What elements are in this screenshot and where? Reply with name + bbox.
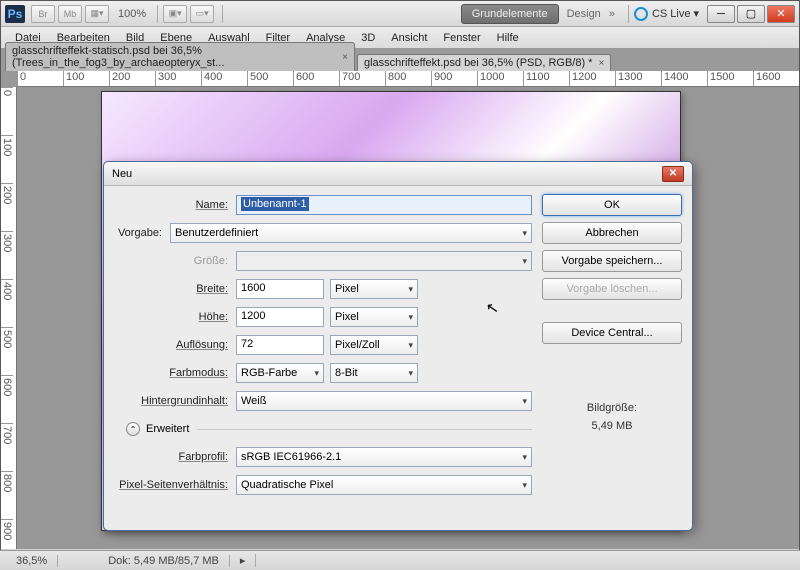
filesize-value: 5,49 MB [542, 418, 682, 436]
close-icon[interactable]: × [342, 52, 348, 63]
height-unit-select[interactable]: Pixel [330, 307, 418, 327]
preset-select[interactable]: Benutzerdefiniert [170, 223, 532, 243]
cancel-button[interactable]: Abbrechen [542, 222, 682, 244]
document-tab[interactable]: glasschrifteffekt-statisch.psd bei 36,5%… [5, 42, 355, 71]
document-tab[interactable]: glasschrifteffekt.psd bei 36,5% (PSD, RG… [357, 54, 611, 71]
dialog-close-button[interactable]: ✕ [662, 166, 684, 182]
dialog-title: Neu [112, 168, 132, 180]
menu-ansicht[interactable]: Ansicht [383, 29, 435, 47]
height-label: Höhe: [114, 311, 236, 323]
preset-label: Vorgabe: [104, 227, 170, 239]
bitdepth-select[interactable]: 8-Bit [330, 363, 418, 383]
viewextras-button[interactable]: ▦▾ [85, 5, 109, 23]
background-select[interactable]: Weiß [236, 391, 532, 411]
menu-hilfe[interactable]: Hilfe [489, 29, 527, 47]
cslive-menu[interactable]: CS Live▾ [634, 7, 699, 21]
arrange-button[interactable]: ▣▾ [163, 5, 187, 23]
width-label: Breite: [114, 283, 236, 295]
advanced-toggle[interactable]: ⌃ [126, 422, 140, 436]
width-unit-select[interactable]: Pixel [330, 279, 418, 299]
profile-label: Farbprofil: [114, 451, 236, 463]
minibridge-button[interactable]: Mb [58, 5, 82, 23]
size-select [236, 251, 532, 271]
colormode-label: Farbmodus: [114, 367, 236, 379]
save-preset-button[interactable]: Vorgabe speichern... [542, 250, 682, 272]
height-input[interactable]: 1200 [236, 307, 324, 327]
close-button[interactable]: ✕ [767, 5, 795, 23]
bridge-button[interactable]: Br [31, 5, 55, 23]
delete-preset-button: Vorgabe löschen... [542, 278, 682, 300]
ok-button[interactable]: OK [542, 194, 682, 216]
minimize-button[interactable]: ─ [707, 5, 735, 23]
app-logo: Ps [5, 5, 25, 23]
profile-select[interactable]: sRGB IEC61966-2.1 [236, 447, 532, 467]
cslive-icon [634, 7, 648, 21]
advanced-label: Erweitert [146, 423, 189, 435]
background-label: Hintergrundinhalt: [114, 395, 236, 407]
menu-fenster[interactable]: Fenster [435, 29, 488, 47]
ruler-horizontal[interactable]: 0100200300400500600700800900100011001200… [17, 71, 799, 87]
new-dialog: Neu ✕ Name: Unbenannt-1 Vorgabe: Benutze… [103, 161, 693, 531]
status-docsize[interactable]: Dok: 5,49 MB/85,7 MB [98, 555, 230, 567]
titlebar: Ps Br Mb ▦▾ 100% ▣▾ ▭▾ Grundelemente Des… [1, 1, 799, 27]
aspect-select[interactable]: Quadratische Pixel [236, 475, 532, 495]
filesize-label: Bildgröße: [542, 400, 682, 418]
resolution-input[interactable]: 72 [236, 335, 324, 355]
screenmode-button[interactable]: ▭▾ [190, 5, 214, 23]
workspace-selector[interactable]: Grundelemente [461, 4, 559, 24]
colormode-select[interactable]: RGB-Farbe [236, 363, 324, 383]
status-menu-icon[interactable]: ▸ [230, 554, 257, 567]
name-input[interactable]: Unbenannt-1 [236, 195, 532, 215]
name-label: Name: [114, 199, 236, 211]
close-icon[interactable]: × [598, 58, 604, 69]
status-zoom[interactable]: 36,5% [6, 555, 58, 567]
width-input[interactable]: 1600 [236, 279, 324, 299]
document-tabs: glasschrifteffekt-statisch.psd bei 36,5%… [1, 49, 799, 71]
workspace-design[interactable]: Design [567, 8, 601, 20]
canvas-area: 0100200300400500600700800900100011001200… [1, 71, 799, 549]
size-label: Größe: [114, 255, 236, 267]
ruler-vertical[interactable]: 0100200300400500600700800900 [1, 87, 17, 549]
dialog-titlebar[interactable]: Neu ✕ [104, 162, 692, 186]
maximize-button[interactable]: ▢ [737, 5, 765, 23]
resolution-label: Auflösung: [114, 339, 236, 351]
status-bar: 36,5% Dok: 5,49 MB/85,7 MB ▸ [0, 550, 800, 570]
resolution-unit-select[interactable]: Pixel/Zoll [330, 335, 418, 355]
more-icon[interactable]: » [609, 8, 615, 20]
zoom-level[interactable]: 100% [118, 8, 146, 20]
aspect-label: Pixel-Seitenverhältnis: [114, 479, 236, 491]
menu-3d[interactable]: 3D [353, 29, 383, 47]
device-central-button[interactable]: Device Central... [542, 322, 682, 344]
